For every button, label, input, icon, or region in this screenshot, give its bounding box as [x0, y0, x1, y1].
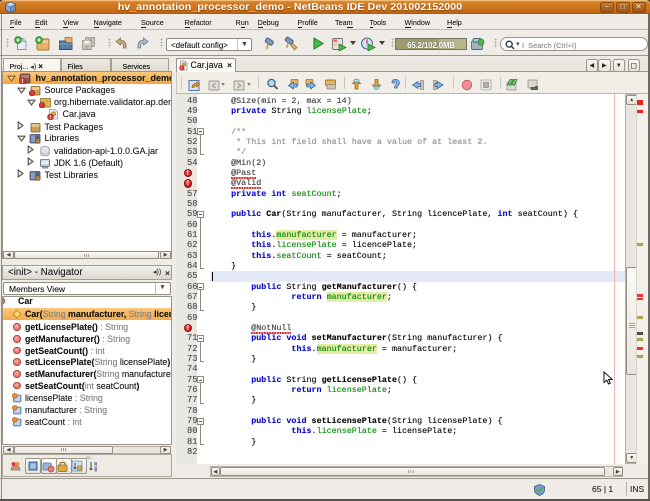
svg-text:!: !	[50, 115, 52, 120]
svg-text:!: !	[22, 79, 24, 84]
